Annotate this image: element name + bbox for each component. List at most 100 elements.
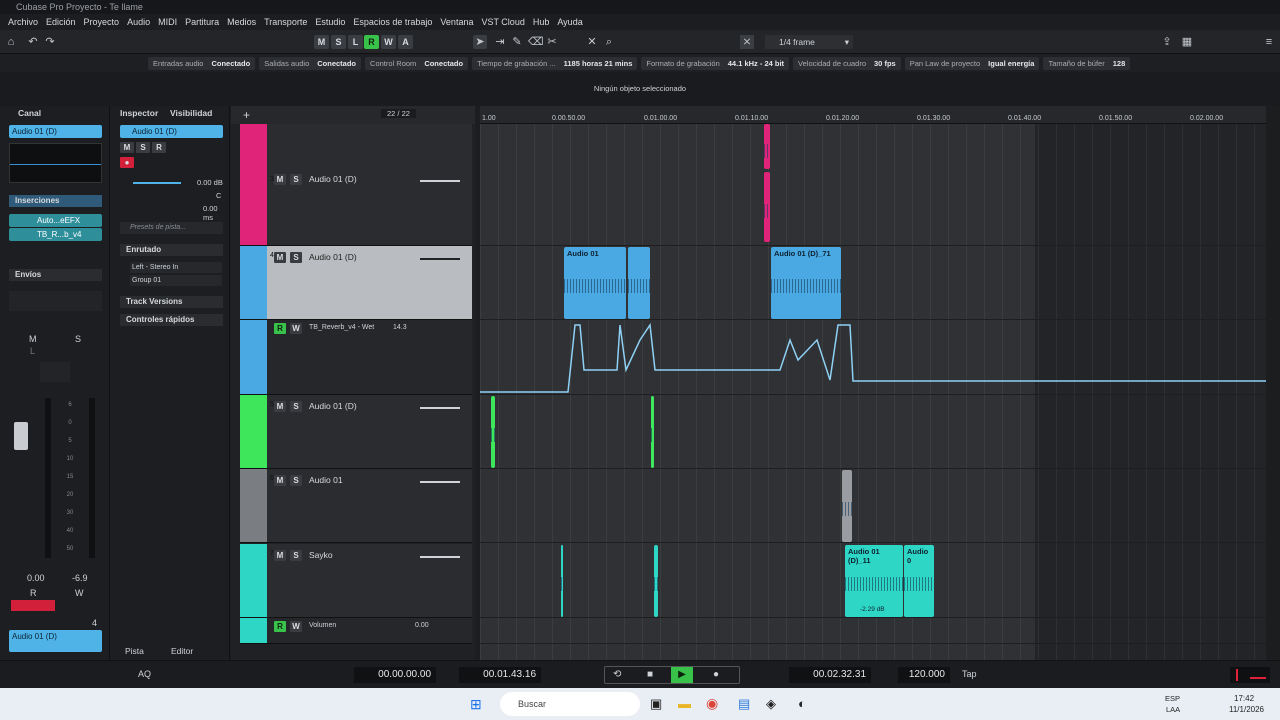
automation-lane-header[interactable]: R W Volumen 0.00 <box>240 618 472 644</box>
snap-icon[interactable]: ⨯ <box>740 35 754 49</box>
record-enable-button[interactable] <box>11 600 55 611</box>
routing-header[interactable]: Enrutado <box>120 244 223 256</box>
quick-controls-header[interactable]: Controles rápidos <box>120 314 223 326</box>
audio-event[interactable]: Audio 01 <box>564 247 626 319</box>
clock-date[interactable]: 11/1/2026 <box>1229 705 1264 714</box>
tab-editor[interactable]: Editor <box>171 646 193 656</box>
tempo-display[interactable]: 120.000 <box>898 667 950 683</box>
playhead-position[interactable]: 00.02.32.31 <box>789 667 871 683</box>
insert-slot-1[interactable]: Auto...eEFX <box>9 214 102 227</box>
presets-field[interactable]: Presets de pista... <box>120 222 223 234</box>
track-volume-slider[interactable] <box>420 407 460 409</box>
audio-event[interactable] <box>764 172 770 242</box>
track-volume-slider[interactable] <box>420 258 460 260</box>
chrome-icon[interactable]: ◉ <box>706 695 718 712</box>
record-button[interactable]: ● <box>120 156 134 168</box>
undo-icon[interactable]: ↶ <box>26 35 40 49</box>
play-icon[interactable]: ▶ <box>671 667 693 683</box>
menu-item-0[interactable]: Archivo <box>8 17 38 27</box>
read-button[interactable]: R <box>152 142 166 153</box>
redo-icon[interactable]: ↷ <box>43 35 57 49</box>
settings-icon[interactable]: ≡ <box>1262 35 1276 49</box>
auto-button[interactable]: A <box>398 35 413 49</box>
channel-name[interactable]: Audio 01 (D) <box>9 125 102 138</box>
solo-button[interactable]: S <box>136 142 150 153</box>
track-solo-button[interactable]: S <box>290 252 302 263</box>
automation-parameter[interactable]: Volumen <box>309 622 336 629</box>
cubase-taskbar-icon[interactable]: ◈ <box>766 696 776 712</box>
menu-item-6[interactable]: Medios <box>227 17 256 27</box>
solo-all-button[interactable]: S <box>331 35 346 49</box>
file-explorer-icon[interactable]: ▬ <box>678 696 691 711</box>
eraser-icon[interactable]: ⌫ <box>528 35 544 49</box>
track-header[interactable]: 5 Audio 01 (D) M S <box>240 395 472 469</box>
quantize-select[interactable]: 1/4 frame ▾ <box>765 35 853 49</box>
tab-pista[interactable]: Pista <box>125 646 144 656</box>
clock-time[interactable]: 17:42 <box>1234 694 1254 703</box>
menu-item-10[interactable]: Ventana <box>440 17 473 27</box>
mute-label[interactable]: M <box>29 334 37 344</box>
read-label[interactable]: R <box>30 588 37 598</box>
zoom-icon[interactable]: ⌕ <box>602 35 616 49</box>
automation-value[interactable]: 14.3 <box>393 324 407 331</box>
menu-item-9[interactable]: Espacios de trabajo <box>353 17 432 27</box>
audio-event[interactable] <box>628 247 650 319</box>
timeline-ruler[interactable]: 1.00 0.00.50.00 0.01.00.00 0.01.10.00 0.01.2… <box>480 106 1266 124</box>
listen-button[interactable]: L <box>348 35 363 49</box>
right-locator[interactable]: 00.01.43.16 <box>459 667 541 683</box>
pan-readout[interactable]: C <box>216 191 221 200</box>
tab-canal[interactable]: Canal <box>18 108 41 118</box>
automation-line[interactable] <box>480 322 1266 393</box>
cycle-icon[interactable]: ⟲ <box>613 669 621 680</box>
automation-read-button[interactable]: R <box>274 621 286 632</box>
taskbar-search[interactable]: Buscar <box>500 692 640 716</box>
output-routing-select[interactable]: Group 01 <box>130 275 222 286</box>
automation-read-button[interactable]: R <box>274 323 286 334</box>
keyboard-layout[interactable]: LAA <box>1166 705 1180 714</box>
track-volume-slider[interactable] <box>420 556 460 558</box>
audio-event[interactable] <box>561 545 563 617</box>
track-volume-slider[interactable] <box>420 180 460 182</box>
track-solo-button[interactable]: S <box>290 550 302 561</box>
audio-event[interactable] <box>654 545 658 617</box>
volume-value[interactable]: 0.00 <box>27 573 45 583</box>
pointer-tool-icon[interactable]: ➤ <box>473 35 487 49</box>
audio-event[interactable] <box>764 124 770 169</box>
track-mute-button[interactable]: M <box>274 174 286 185</box>
delay-readout[interactable]: 0.00 ms <box>203 204 229 222</box>
language-indicator[interactable]: ESP <box>1165 694 1180 703</box>
audio-event[interactable] <box>491 396 495 468</box>
left-locator[interactable]: 00.00.00.00 <box>354 667 436 683</box>
track-header[interactable]: 3 Audio 01 (D) M S <box>240 124 472 246</box>
pan-knob[interactable] <box>40 362 70 382</box>
split-icon[interactable]: ✂ <box>545 35 559 49</box>
automation-lane-header[interactable]: R W TB_Reverb_v4 - Wet 14.3 <box>240 320 472 395</box>
record-icon[interactable]: ● <box>713 669 719 680</box>
home-icon[interactable]: ⌂ <box>4 35 18 49</box>
app-icon[interactable]: ◐ <box>798 696 806 711</box>
audio-event[interactable] <box>842 470 852 542</box>
sends-header[interactable]: Envíos <box>9 269 102 281</box>
track-versions-header[interactable]: Track Versions <box>120 296 223 308</box>
automation-write-button[interactable]: W <box>290 621 302 632</box>
tab-inspector[interactable]: Inspector <box>120 108 158 118</box>
inspector-channel[interactable]: Audio 01 (D) <box>120 125 223 138</box>
menu-item-12[interactable]: Hub <box>533 17 550 27</box>
track-mute-button[interactable]: M <box>274 550 286 561</box>
write-label[interactable]: W <box>75 588 84 598</box>
mute-tool-icon[interactable]: ✕ <box>585 35 599 49</box>
volume-slider[interactable] <box>133 182 181 184</box>
menu-item-1[interactable]: Edición <box>46 17 76 27</box>
menu-item-13[interactable]: Ayuda <box>557 17 582 27</box>
track-name[interactable]: Sayko <box>309 550 333 560</box>
insert-slot-2[interactable]: TB_R...b_v4 <box>9 228 102 241</box>
listen-label[interactable]: L <box>30 346 35 356</box>
store-icon[interactable]: ▤ <box>738 696 750 712</box>
audio-event[interactable] <box>651 396 654 468</box>
track-name[interactable]: Audio 01 (D) <box>309 252 357 262</box>
track-name[interactable]: Audio 01 (D) <box>309 401 357 411</box>
track-solo-button[interactable]: S <box>290 475 302 486</box>
range-tool-icon[interactable]: ⇥ <box>493 35 507 49</box>
menu-item-5[interactable]: Partitura <box>185 17 219 27</box>
task-view-icon[interactable]: ▣ <box>650 696 662 712</box>
